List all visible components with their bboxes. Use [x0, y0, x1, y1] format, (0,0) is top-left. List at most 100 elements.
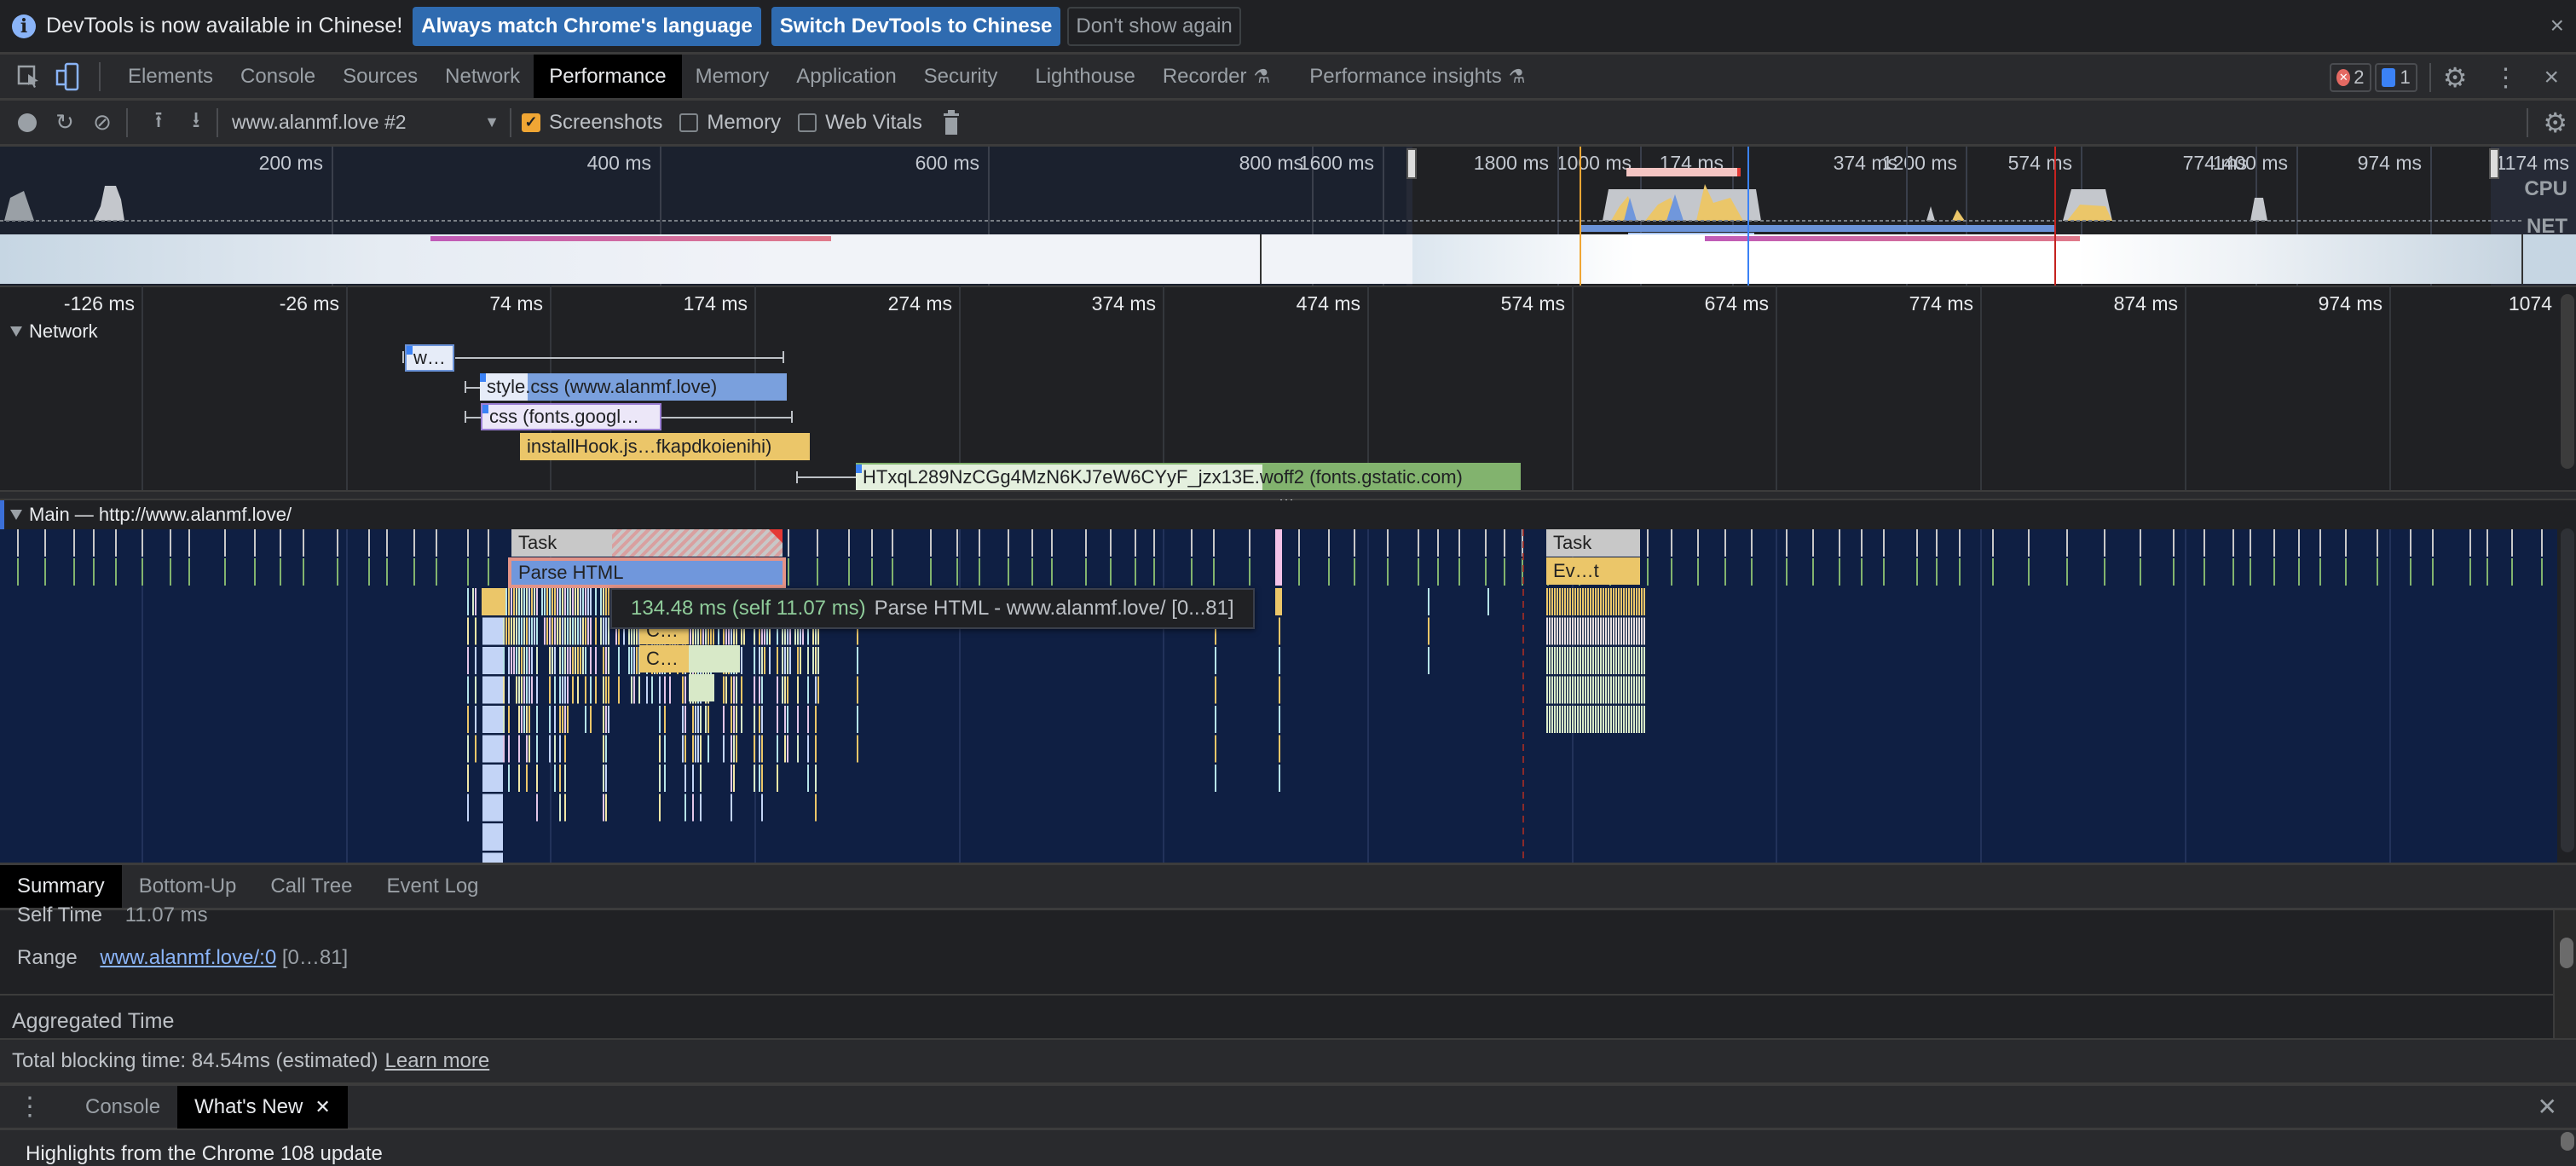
network-request-document[interactable]: w…	[405, 344, 454, 372]
overview-left-handle[interactable]	[1406, 148, 1417, 179]
memory-label: Memory	[707, 110, 782, 134]
flame-slice	[541, 588, 543, 615]
flame-task-block[interactable]: Task	[511, 529, 783, 557]
inspect-element-icon[interactable]	[12, 60, 46, 94]
flame-slice	[518, 765, 520, 792]
more-options-icon[interactable]: ⋮	[2492, 63, 2518, 93]
tab-lighthouse[interactable]: Lighthouse	[1021, 55, 1148, 98]
flame-slice	[723, 706, 725, 733]
track-resize-divider[interactable]: ⋯	[0, 490, 2576, 509]
flame-task-block[interactable]: Task	[1546, 529, 1640, 557]
flame-event-tick	[1191, 558, 1193, 586]
infobar-close-icon[interactable]: ×	[2550, 12, 2564, 39]
flame-slice	[523, 676, 525, 704]
tab-call-tree[interactable]: Call Tree	[253, 865, 369, 908]
flame-slice	[1600, 647, 1602, 674]
flame-slice	[857, 706, 858, 733]
flame-slice	[1603, 588, 1604, 615]
main-thread-flame-chart[interactable]: Task Parse HTML C… C… Task Ev…t 134.48 m…	[0, 529, 2557, 863]
drawer-tab-whats-new[interactable]: What's New ✕	[177, 1085, 348, 1128]
flame-slice	[1567, 617, 1568, 645]
tab-network[interactable]: Network	[431, 55, 534, 98]
network-track-header[interactable]: Network	[10, 320, 98, 343]
tab-sources[interactable]: Sources	[329, 55, 431, 98]
close-tab-icon[interactable]: ✕	[315, 1096, 330, 1118]
recording-select[interactable]: www.alanmf.love #2 ▼	[232, 111, 505, 134]
reload-record-button[interactable]: ↻	[49, 106, 80, 140]
range-source-link[interactable]: www.alanmf.love/:0	[100, 946, 276, 969]
device-toolbar-icon[interactable]	[51, 60, 85, 94]
close-devtools-icon[interactable]: ×	[2544, 63, 2559, 92]
main-thread-header[interactable]: Main — http://www.alanmf.love/	[0, 500, 2576, 529]
network-request-script[interactable]: installHook.js…fkapdkoienihi)	[520, 433, 810, 460]
network-request-stylesheet[interactable]: style.css (www.alanmf.love)	[480, 373, 787, 401]
info-icon: i	[12, 14, 36, 38]
garbage-collect-button[interactable]	[936, 106, 967, 140]
timeline-overview[interactable]: 200 ms 400 ms 600 ms 800 ms 1000 ms 1200 ms 14…	[0, 147, 2576, 286]
tab-application[interactable]: Application	[783, 55, 910, 98]
match-language-button[interactable]: Always match Chrome's language	[413, 6, 761, 46]
flame-slice	[1572, 676, 1574, 704]
flame-slice	[1569, 706, 1571, 733]
network-request-font[interactable]: HTxqL289NzCGg4MzN6KJ7eW6CYyF_jzx13E.woff…	[856, 463, 1521, 490]
message-count-badge[interactable]: 1	[2374, 63, 2417, 92]
flame-slice	[1603, 617, 1604, 645]
flame-task-tick	[1110, 529, 1112, 557]
capture-settings-gear-icon[interactable]: ⚙	[2543, 107, 2567, 139]
summary-scrollbar-thumb[interactable]	[2560, 938, 2573, 968]
flame-tooltip: 134.48 ms (self 11.07 ms) Parse HTML - w…	[610, 588, 1255, 629]
flame-slice	[764, 647, 765, 674]
clear-button[interactable]: ⊘	[87, 106, 118, 140]
flame-slice	[580, 588, 581, 615]
flame-gridline	[959, 529, 961, 863]
drawer-scrollbar-thumb[interactable]	[2561, 1132, 2574, 1151]
tab-memory[interactable]: Memory	[682, 55, 783, 98]
tab-security[interactable]: Security	[910, 55, 1012, 98]
flame-slice	[1592, 676, 1594, 704]
flame-slice	[1572, 706, 1574, 733]
close-drawer-icon[interactable]: ✕	[2538, 1093, 2557, 1121]
main-track-header[interactable]: Main — http://www.alanmf.love/	[10, 504, 292, 526]
flame-slice	[1546, 588, 1548, 615]
flame-slice	[1587, 617, 1589, 645]
flame-slice	[631, 647, 632, 674]
flame-slice	[482, 823, 503, 851]
overview-tick-label: 600 ms	[915, 152, 979, 174]
record-button[interactable]	[12, 106, 43, 140]
save-profile-button[interactable]: ⭳	[181, 106, 211, 140]
flame-event-tick	[436, 558, 437, 586]
overview-right-handle[interactable]	[2489, 148, 2499, 179]
flame-slice	[1580, 588, 1581, 615]
switch-chinese-button[interactable]: Switch DevTools to Chinese	[771, 6, 1061, 46]
tab-bottom-up[interactable]: Bottom-Up	[122, 865, 254, 908]
flame-compile-block[interactable]: C…	[639, 645, 689, 672]
tab-summary[interactable]: Summary	[0, 865, 122, 908]
flame-slice	[789, 647, 791, 674]
drawer-tab-console[interactable]: Console	[68, 1086, 177, 1128]
learn-more-link[interactable]: Learn more	[385, 1049, 490, 1073]
flame-slice	[1633, 647, 1635, 674]
settings-gear-icon[interactable]: ⚙	[2443, 61, 2468, 94]
tab-event-log[interactable]: Event Log	[369, 865, 495, 908]
error-count-badge[interactable]: ✕ 2	[2330, 63, 2371, 92]
flame-event-block[interactable]: Ev…t	[1546, 557, 1640, 585]
dont-show-again-button[interactable]: Don't show again	[1067, 6, 1241, 46]
flame-parse-html-block[interactable]: Parse HTML	[508, 557, 786, 588]
timeline-scrollbar[interactable]	[2561, 294, 2574, 469]
drawer-menu-icon[interactable]: ⋮	[17, 1092, 43, 1122]
memory-checkbox[interactable]: Memory	[679, 111, 781, 135]
screenshots-checkbox[interactable]: ✓ Screenshots	[522, 111, 662, 135]
tab-recorder[interactable]: Recorder ⚗	[1149, 55, 1284, 98]
flame-slice	[580, 617, 581, 645]
tab-elements[interactable]: Elements	[114, 55, 227, 98]
flame-event-tick	[1861, 558, 1863, 586]
flame-slice	[531, 588, 533, 615]
load-profile-button[interactable]: ⭱	[143, 106, 174, 140]
flame-scrollbar[interactable]	[2561, 528, 2574, 852]
network-request-font-css[interactable]: css (fonts.googl…	[481, 403, 661, 430]
tab-performance-insights[interactable]: Performance insights ⚗	[1296, 55, 1539, 98]
tab-performance[interactable]: Performance	[534, 55, 682, 98]
tab-console[interactable]: Console	[227, 55, 329, 98]
long-task-corner-icon	[769, 529, 783, 543]
web-vitals-checkbox[interactable]: Web Vitals	[798, 111, 922, 135]
